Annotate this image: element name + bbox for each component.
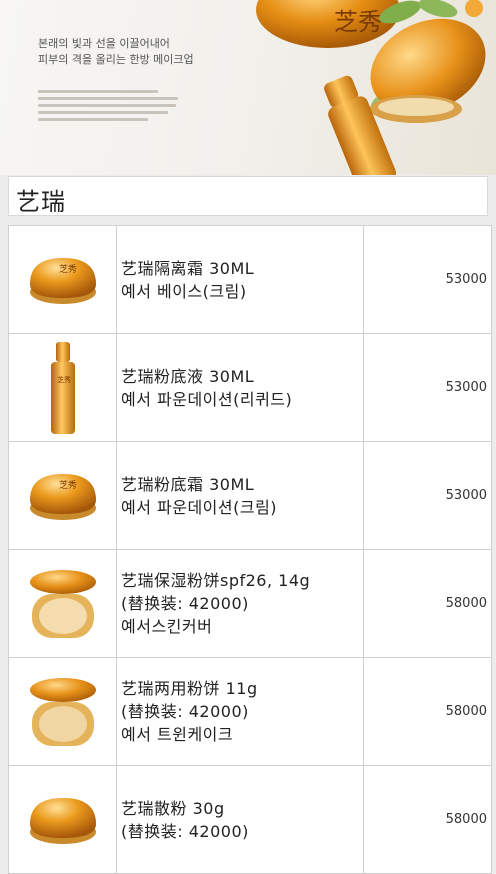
promo-banner: 본래의 빛과 선을 이끌어내어 피부의 격을 올리는 한방 메이크업 芝秀 [0,0,496,175]
product-name-line: 艺瑞两用粉饼 11g [121,679,258,698]
product-name-cell: 艺瑞粉底液 30ML 예서 파운데이션(리퀴드) [117,334,364,441]
product-price: 58000 [445,596,487,611]
table-row: 艺瑞保湿粉饼spf26, 14g (替换装: 42000) 예서스킨커버 580… [9,550,491,658]
product-image-cell [9,766,117,873]
table-row: 芝秀 艺瑞粉底液 30ML 예서 파운데이션(리퀴드) 53000 [9,334,491,442]
product-price: 53000 [445,488,487,503]
product-name-cell: 艺瑞散粉 30g (替换装: 42000) [117,766,364,873]
banner-tagline-1: 본래의 빛과 선을 이끌어내어 [38,37,170,50]
product-name-line: 예서 파운데이션(리퀴드) [121,389,293,409]
product-image-cell: 芝秀 [9,442,117,549]
product-price: 58000 [445,704,487,719]
table-row: 芝秀 艺瑞粉底霜 30ML 예서 파운데이션(크림) 53000 [9,442,491,550]
product-image-cell: 芝秀 [9,226,117,333]
product-name-line: (替换装: 42000) [121,702,249,721]
section-title: 艺瑞 [16,188,66,216]
liquid-bottle-icon: 芝秀 [50,341,75,434]
product-name-line: 예서 트윈케이크 [121,725,234,744]
banner-fineprint [38,90,268,121]
product-image-cell: 芝秀 [9,334,117,441]
product-name-line: 艺瑞粉底液 30ML [121,366,255,386]
product-name-cell: 艺瑞隔离霜 30ML 예서 베이스(크림) [117,226,364,333]
bottle-brand-mark: 芝秀 [57,375,71,384]
section-title-bar: 艺瑞 [8,176,488,216]
cushion-compact-icon [29,569,96,638]
product-name-cell: 艺瑞保湿粉饼spf26, 14g (替换装: 42000) 예서스킨커버 [117,550,364,657]
table-row: 芝秀 艺瑞隔离霜 30ML 예서 베이스(크림) 53000 [9,226,491,334]
product-name-line: 예서 파운데이션(크림) [121,497,278,517]
product-name-cell: 艺瑞粉底霜 30ML 예서 파운데이션(크림) [117,442,364,549]
product-name-line: (替换装: 42000) [121,594,249,613]
banner-bottle-icon [324,75,397,175]
product-name-line: 예서스킨커버 [121,617,213,636]
price-table: 芝秀 艺瑞隔离霜 30ML 예서 베이스(크림) 53000 芝秀 艺瑞粉底液 … [8,225,492,874]
cream-jar-icon [29,797,96,844]
banner-tagline-2: 피부의 격을 올리는 한방 메이크업 [38,53,194,66]
product-image-cell [9,550,117,657]
cream-jar-icon: 芝秀 [29,473,96,520]
product-name-line: 艺瑞隔离霜 30ML [121,258,255,278]
product-name-line: 艺瑞散粉 30g [121,798,225,818]
jar-brand-mark: 芝秀 [59,263,77,275]
product-name-line: 艺瑞保湿粉饼spf26, 14g [121,571,311,590]
product-name-line: 예서 베이스(크림) [121,281,247,301]
product-name-line: 艺瑞粉底霜 30ML [121,474,255,494]
table-row: 艺瑞两用粉饼 11g (替换装: 42000) 예서 트윈케이크 58000 [9,658,491,766]
product-name-cell: 艺瑞两用粉饼 11g (替换装: 42000) 예서 트윈케이크 [117,658,364,765]
product-price: 53000 [445,380,487,395]
product-price: 53000 [445,272,487,287]
cushion-compact-icon [29,677,96,746]
jar-brand-mark: 芝秀 [59,479,77,491]
product-price: 58000 [445,812,487,827]
product-image-cell [9,658,117,765]
cream-jar-icon: 芝秀 [29,257,96,304]
banner-copy: 본래의 빛과 선을 이끌어내어 피부의 격을 올리는 한방 메이크업 [38,36,268,125]
table-row: 艺瑞散粉 30g (替换装: 42000) 58000 [9,766,491,874]
